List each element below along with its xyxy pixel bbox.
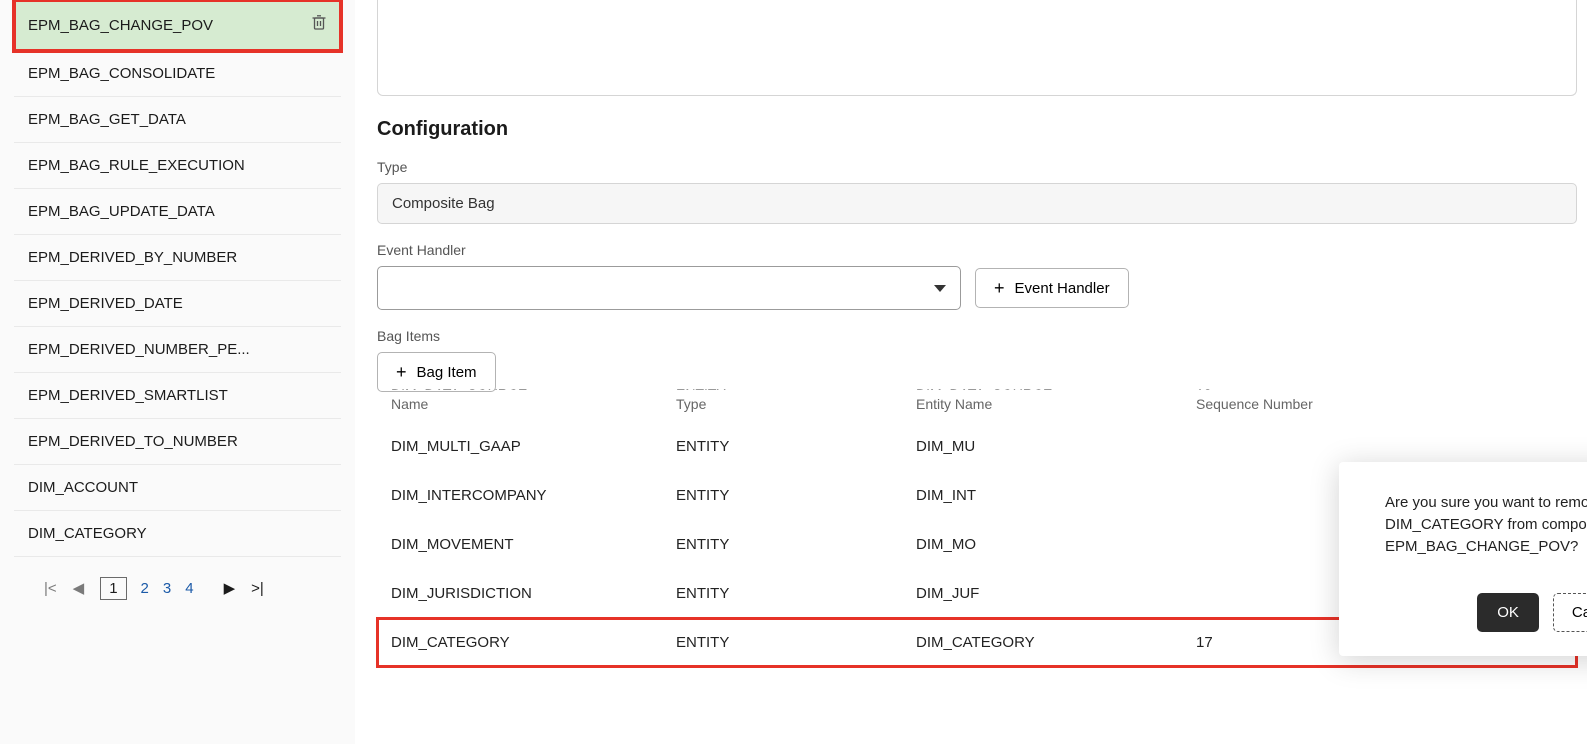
sidebar-item-label: DIM_CATEGORY	[28, 525, 147, 542]
pager-prev[interactable]: ◀	[73, 579, 85, 597]
cell-name: DIM_JURISDICTION	[391, 585, 676, 602]
table-headers: Name Type Entity Name Sequence Number	[377, 390, 1577, 422]
add-event-handler-label: Event Handler	[1015, 280, 1110, 297]
sidebar-item-label: EPM_BAG_CHANGE_POV	[28, 17, 213, 34]
header-type: Type	[676, 396, 916, 412]
pager: |< ◀ 1234 ▶ >|	[14, 557, 341, 619]
type-label: Type	[377, 159, 1577, 175]
pager-last[interactable]: >|	[251, 580, 264, 597]
header-name: Name	[391, 396, 676, 412]
sidebar-item-label: EPM_BAG_UPDATE_DATA	[28, 203, 215, 220]
cell-type: ENTITY	[676, 536, 916, 553]
pager-page[interactable]: 4	[185, 580, 193, 597]
cell-entity: DIM_JUF	[916, 585, 1196, 602]
cutoff-row: DIM_DATA_SOURCE ENTITY DIM_DATA_SOURCE 1…	[377, 386, 1577, 390]
cell-type: ENTITY	[676, 634, 916, 651]
sidebar-item[interactable]: EPM_DERIVED_SMARTLIST	[14, 373, 341, 419]
sidebar-item-label: EPM_DERIVED_NUMBER_PE...	[28, 341, 250, 358]
header-seq: Sequence Number	[1196, 396, 1563, 412]
sidebar-item[interactable]: EPM_BAG_RULE_EXECUTION	[14, 143, 341, 189]
sidebar-item[interactable]: EPM_DERIVED_DATE	[14, 281, 341, 327]
pager-page[interactable]: 2	[141, 580, 149, 597]
cell-type: ENTITY	[676, 585, 916, 602]
cell-type: ENTITY	[676, 438, 916, 455]
trash-icon[interactable]	[311, 14, 327, 36]
event-handler-select[interactable]	[377, 266, 961, 310]
add-event-handler-button[interactable]: + Event Handler	[975, 268, 1129, 308]
bag-items-label: Bag Items	[377, 328, 1577, 344]
sidebar-item[interactable]: EPM_DERIVED_NUMBER_PE...	[14, 327, 341, 373]
header-entity: Entity Name	[916, 396, 1196, 412]
sidebar-item[interactable]: DIM_ACCOUNT	[14, 465, 341, 511]
sidebar-item[interactable]: EPM_BAG_CHANGE_POV	[14, 0, 341, 51]
pager-page[interactable]: 3	[163, 580, 171, 597]
cell-name: DIM_CATEGORY	[391, 634, 676, 651]
sidebar-item[interactable]: EPM_BAG_GET_DATA	[14, 97, 341, 143]
sidebar-item[interactable]: EPM_BAG_UPDATE_DATA	[14, 189, 341, 235]
configuration-heading: Configuration	[377, 118, 1577, 141]
ok-button[interactable]: OK	[1477, 593, 1539, 632]
confirm-dialog: Are you sure you want to remove the item…	[1339, 462, 1587, 656]
cell-entity: DIM_INT	[916, 487, 1196, 504]
sidebar-item-label: EPM_DERIVED_DATE	[28, 295, 183, 312]
cell-type: ENTITY	[676, 487, 916, 504]
pager-page: 1	[100, 577, 126, 600]
add-bag-item-label: Bag Item	[417, 364, 477, 381]
description-box[interactable]	[377, 0, 1577, 96]
cancel-button[interactable]: Cancel (auto-cancels in 18s)	[1553, 593, 1587, 632]
dialog-message: Are you sure you want to remove the item…	[1385, 492, 1587, 557]
sidebar-item-label: EPM_BAG_GET_DATA	[28, 111, 186, 128]
sidebar-item-label: EPM_DERIVED_TO_NUMBER	[28, 433, 238, 450]
chevron-down-icon	[934, 285, 946, 292]
cell-name: DIM_INTERCOMPANY	[391, 487, 676, 504]
cell-entity: DIM_CATEGORY	[916, 634, 1196, 651]
cell-entity: DIM_MU	[916, 438, 1196, 455]
pager-first[interactable]: |<	[44, 580, 57, 597]
cell-seq	[1196, 438, 1563, 455]
sidebar-item[interactable]: EPM_BAG_CONSOLIDATE	[14, 51, 341, 97]
cell-name: DIM_MULTI_GAAP	[391, 438, 676, 455]
plus-icon: +	[994, 279, 1005, 297]
sidebar-item[interactable]: EPM_DERIVED_TO_NUMBER	[14, 419, 341, 465]
sidebar-item-label: EPM_DERIVED_SMARTLIST	[28, 387, 228, 404]
event-handler-label: Event Handler	[377, 242, 1577, 258]
plus-icon: +	[396, 363, 407, 381]
sidebar-item-label: EPM_DERIVED_BY_NUMBER	[28, 249, 237, 266]
sidebar-item[interactable]: EPM_DERIVED_BY_NUMBER	[14, 235, 341, 281]
sidebar-item-label: EPM_BAG_CONSOLIDATE	[28, 65, 215, 82]
cell-name: DIM_MOVEMENT	[391, 536, 676, 553]
sidebar: EPM_BAG_CHANGE_POV EPM_BAG_CONSOLIDATE EPM…	[0, 0, 355, 744]
sidebar-item-label: DIM_ACCOUNT	[28, 479, 138, 496]
pager-next[interactable]: ▶	[224, 579, 236, 597]
type-value: Composite Bag	[377, 183, 1577, 224]
main-content: Configuration Type Composite Bag Event H…	[355, 0, 1587, 744]
sidebar-item[interactable]: DIM_CATEGORY	[14, 511, 341, 557]
cell-entity: DIM_MO	[916, 536, 1196, 553]
sidebar-item-label: EPM_BAG_RULE_EXECUTION	[28, 157, 245, 174]
